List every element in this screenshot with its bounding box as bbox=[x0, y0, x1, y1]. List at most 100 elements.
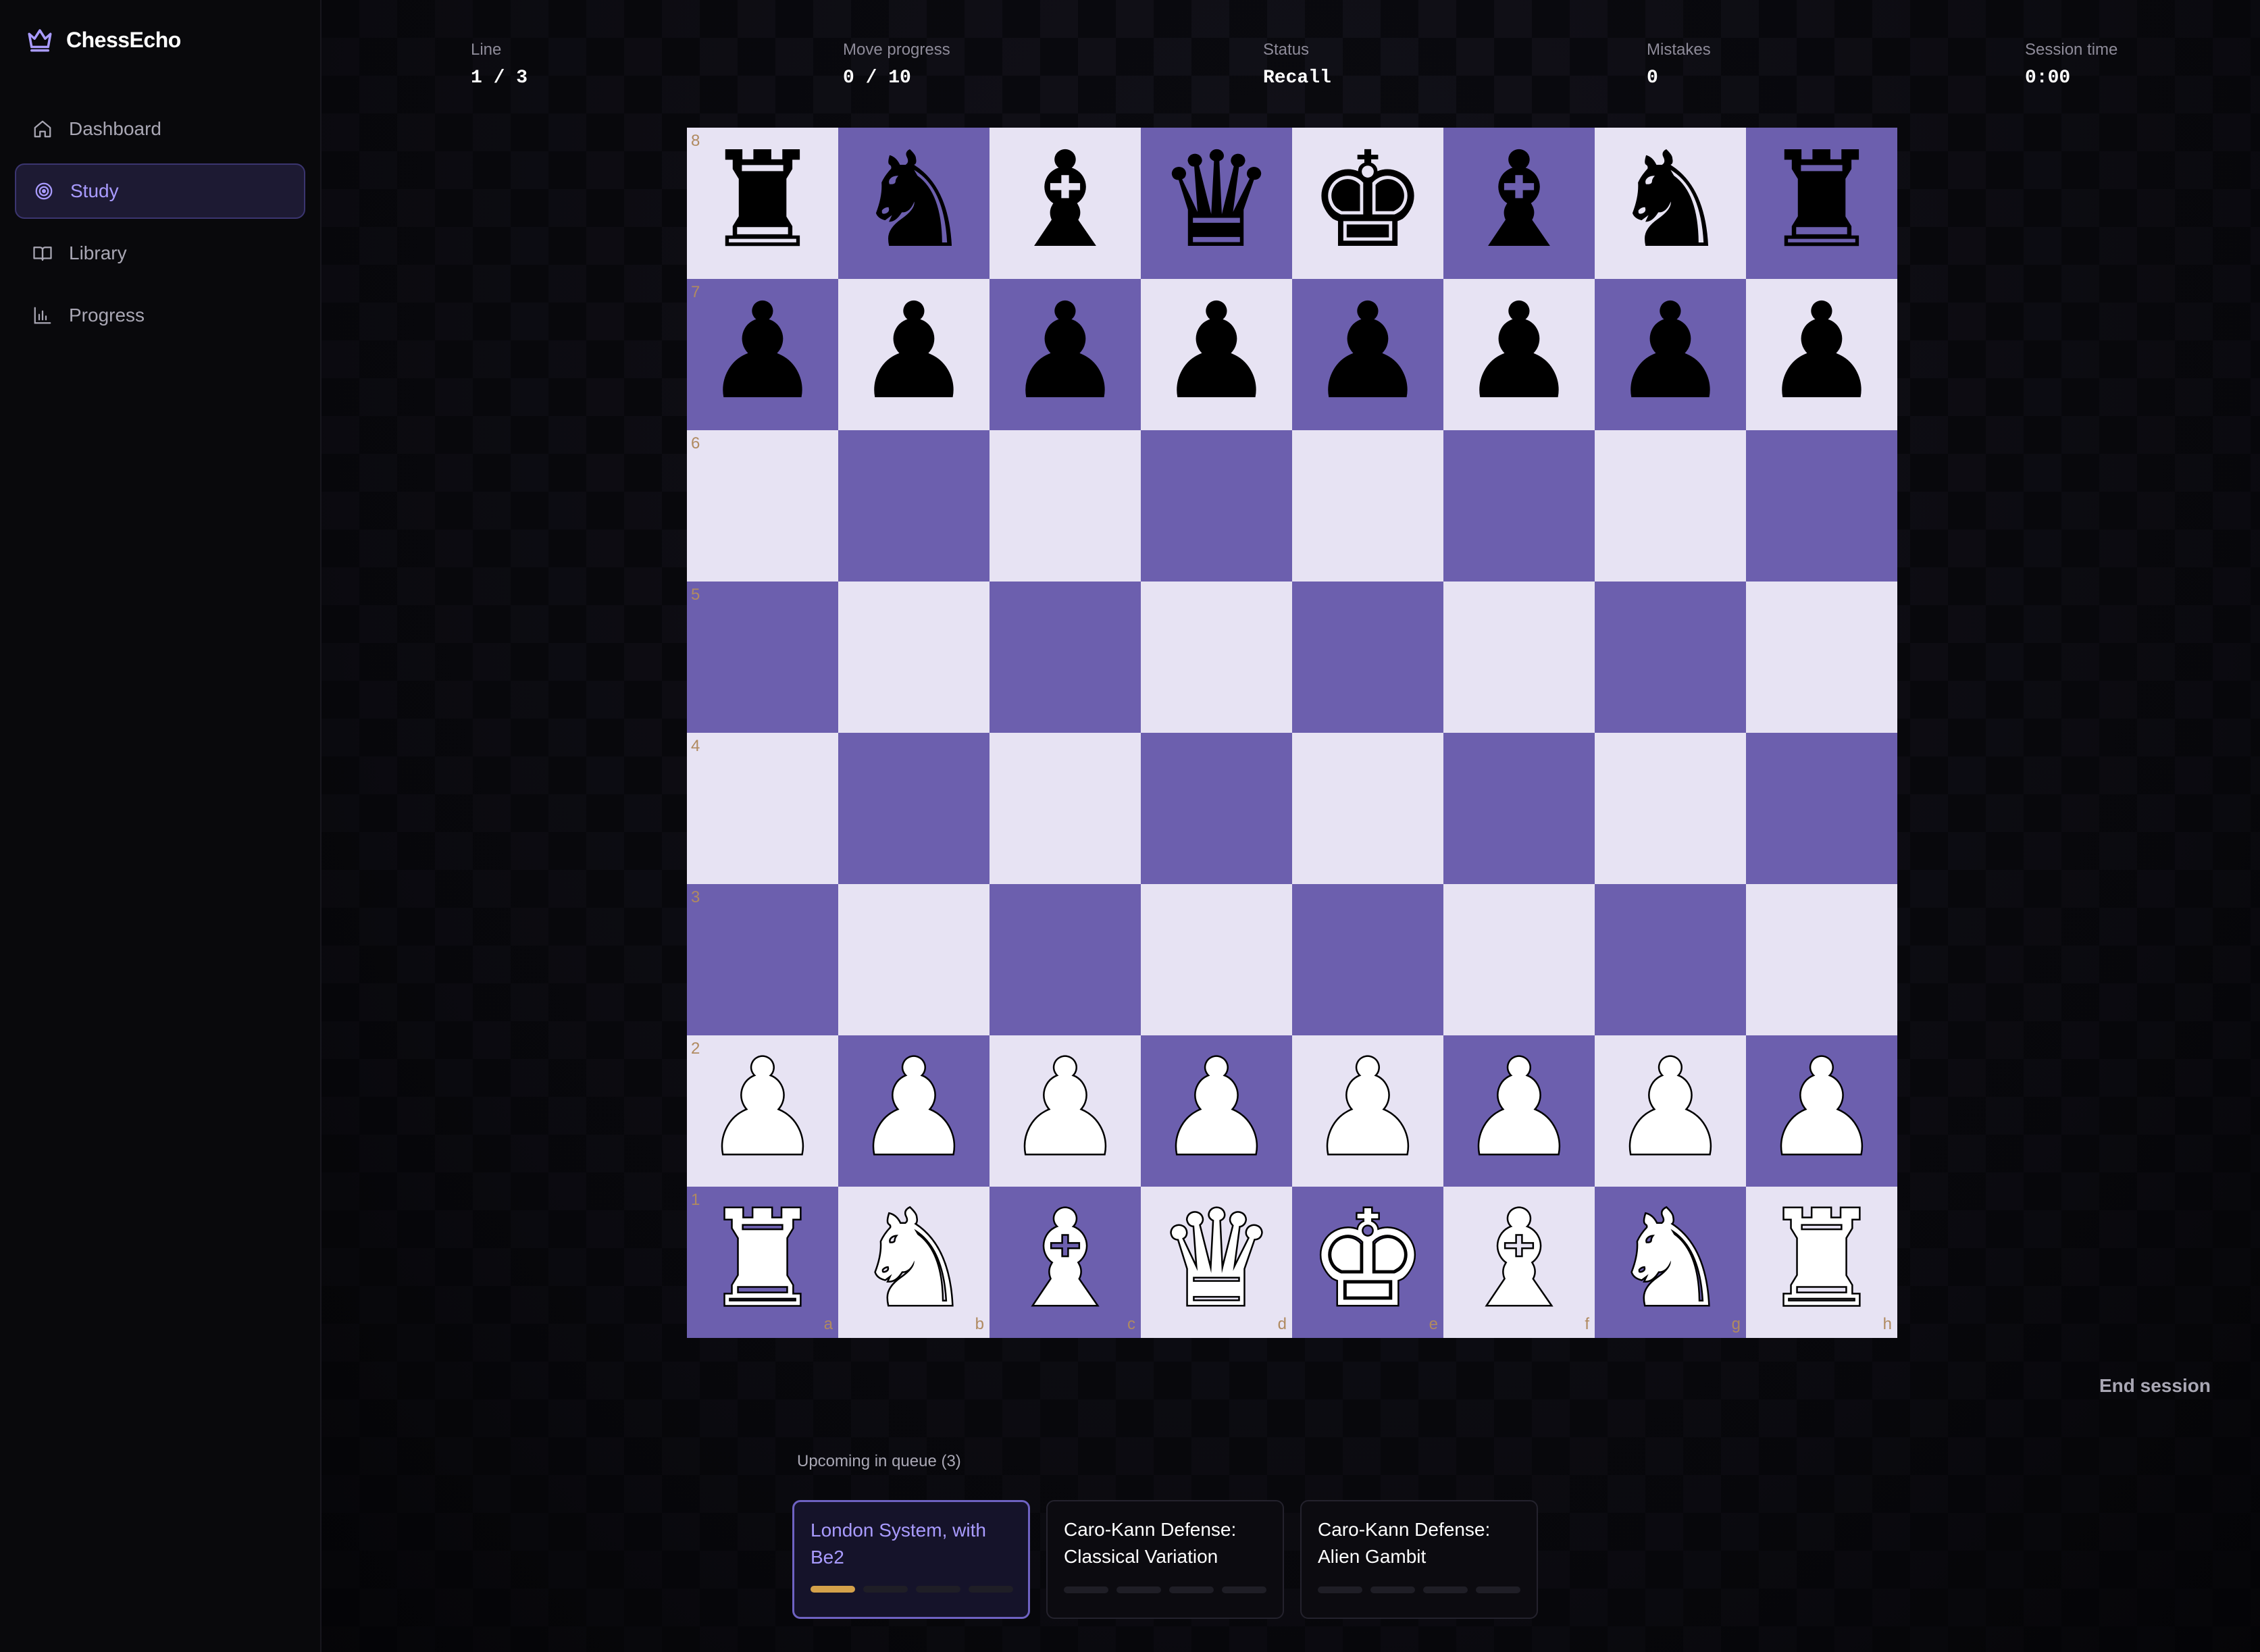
white-king-piece[interactable]: ♚ bbox=[1307, 1192, 1429, 1328]
square-h3[interactable] bbox=[1746, 884, 1897, 1035]
black-pawn-piece[interactable]: ♟ bbox=[1157, 286, 1276, 418]
white-pawn-piece[interactable]: ♟ bbox=[1458, 1041, 1581, 1177]
queue-card[interactable]: Caro-Kann Defense: Alien Gambit bbox=[1300, 1500, 1538, 1619]
square-e8[interactable]: ♚ bbox=[1292, 128, 1443, 279]
white-rook-piece[interactable]: ♜ bbox=[702, 1192, 824, 1328]
black-queen-piece[interactable]: ♛ bbox=[1157, 134, 1276, 267]
square-b6[interactable] bbox=[838, 430, 990, 582]
sidebar-item-dashboard[interactable]: Dashboard bbox=[15, 101, 305, 157]
square-b2[interactable]: ♟ bbox=[838, 1035, 990, 1187]
sidebar-item-study[interactable]: Study bbox=[15, 163, 305, 219]
sidebar-item-library[interactable]: Library bbox=[15, 226, 305, 281]
square-b8[interactable]: ♞ bbox=[838, 128, 990, 279]
square-a1[interactable]: 1 a ♜ bbox=[687, 1187, 838, 1338]
square-a7[interactable]: 7 ♟ bbox=[687, 279, 838, 430]
square-g3[interactable] bbox=[1595, 884, 1746, 1035]
square-c2[interactable]: ♟ bbox=[990, 1035, 1141, 1187]
square-h1[interactable]: h ♜ bbox=[1746, 1187, 1897, 1338]
square-c7[interactable]: ♟ bbox=[990, 279, 1141, 430]
black-king-piece[interactable]: ♚ bbox=[1308, 134, 1427, 267]
square-g4[interactable] bbox=[1595, 733, 1746, 884]
square-c6[interactable] bbox=[990, 430, 1141, 582]
square-c4[interactable] bbox=[990, 733, 1141, 884]
square-a6[interactable]: 6 bbox=[687, 430, 838, 582]
square-a3[interactable]: 3 bbox=[687, 884, 838, 1035]
square-g7[interactable]: ♟ bbox=[1595, 279, 1746, 430]
sidebar-item-progress[interactable]: Progress bbox=[15, 288, 305, 343]
square-f6[interactable] bbox=[1443, 430, 1595, 582]
white-queen-piece[interactable]: ♛ bbox=[1156, 1192, 1278, 1328]
square-h5[interactable] bbox=[1746, 582, 1897, 733]
white-pawn-piece[interactable]: ♟ bbox=[1156, 1041, 1278, 1177]
square-f4[interactable] bbox=[1443, 733, 1595, 884]
white-rook-piece[interactable]: ♜ bbox=[1761, 1192, 1883, 1328]
square-b1[interactable]: b ♞ bbox=[838, 1187, 990, 1338]
white-pawn-piece[interactable]: ♟ bbox=[1307, 1041, 1429, 1177]
black-pawn-piece[interactable]: ♟ bbox=[1460, 286, 1578, 418]
black-pawn-piece[interactable]: ♟ bbox=[1762, 286, 1881, 418]
square-d2[interactable]: ♟ bbox=[1141, 1035, 1292, 1187]
square-a5[interactable]: 5 bbox=[687, 582, 838, 733]
brand[interactable]: ChessEcho bbox=[26, 26, 181, 54]
square-h7[interactable]: ♟ bbox=[1746, 279, 1897, 430]
black-pawn-piece[interactable]: ♟ bbox=[703, 286, 822, 418]
black-bishop-piece[interactable]: ♝ bbox=[1460, 134, 1578, 267]
black-knight-piece[interactable]: ♞ bbox=[1611, 134, 1730, 267]
square-e5[interactable] bbox=[1292, 582, 1443, 733]
chess-board[interactable]: 8 ♜ ♞ ♝ ♛ ♚ ♝ ♞ ♜ 7 ♟ ♟ ♟ ♟ ♟ ♟ ♟ ♟ 6 5 4 3 2 ♟ ♟ ♟ ♟ ♟ ♟ ♟ ♟ 1 a ♜ b ♞ c ♝ d ♛… bbox=[687, 128, 1897, 1338]
square-b5[interactable] bbox=[838, 582, 990, 733]
white-pawn-piece[interactable]: ♟ bbox=[702, 1041, 824, 1177]
black-pawn-piece[interactable]: ♟ bbox=[1006, 286, 1125, 418]
square-d4[interactable] bbox=[1141, 733, 1292, 884]
square-d3[interactable] bbox=[1141, 884, 1292, 1035]
white-bishop-piece[interactable]: ♝ bbox=[1004, 1192, 1127, 1328]
black-bishop-piece[interactable]: ♝ bbox=[1006, 134, 1125, 267]
white-pawn-piece[interactable]: ♟ bbox=[1610, 1041, 1732, 1177]
square-a2[interactable]: 2 ♟ bbox=[687, 1035, 838, 1187]
square-b4[interactable] bbox=[838, 733, 990, 884]
square-d5[interactable] bbox=[1141, 582, 1292, 733]
square-h2[interactable]: ♟ bbox=[1746, 1035, 1897, 1187]
queue-card[interactable]: Caro-Kann Defense: Classical Variation bbox=[1046, 1500, 1284, 1619]
square-f8[interactable]: ♝ bbox=[1443, 128, 1595, 279]
square-e1[interactable]: e ♚ bbox=[1292, 1187, 1443, 1338]
white-knight-piece[interactable]: ♞ bbox=[853, 1192, 975, 1328]
square-c3[interactable] bbox=[990, 884, 1141, 1035]
square-a4[interactable]: 4 bbox=[687, 733, 838, 884]
black-knight-piece[interactable]: ♞ bbox=[854, 134, 973, 267]
white-pawn-piece[interactable]: ♟ bbox=[1761, 1041, 1883, 1177]
black-rook-piece[interactable]: ♜ bbox=[703, 134, 822, 267]
square-c5[interactable] bbox=[990, 582, 1141, 733]
square-e2[interactable]: ♟ bbox=[1292, 1035, 1443, 1187]
white-knight-piece[interactable]: ♞ bbox=[1610, 1192, 1732, 1328]
queue-card[interactable]: London System, with Be2 bbox=[792, 1500, 1030, 1619]
square-d8[interactable]: ♛ bbox=[1141, 128, 1292, 279]
square-g6[interactable] bbox=[1595, 430, 1746, 582]
square-d6[interactable] bbox=[1141, 430, 1292, 582]
square-e4[interactable] bbox=[1292, 733, 1443, 884]
square-f3[interactable] bbox=[1443, 884, 1595, 1035]
square-f1[interactable]: f ♝ bbox=[1443, 1187, 1595, 1338]
square-h8[interactable]: ♜ bbox=[1746, 128, 1897, 279]
square-h4[interactable] bbox=[1746, 733, 1897, 884]
white-pawn-piece[interactable]: ♟ bbox=[1004, 1041, 1127, 1177]
square-b7[interactable]: ♟ bbox=[838, 279, 990, 430]
black-pawn-piece[interactable]: ♟ bbox=[1611, 286, 1730, 418]
end-session-button[interactable]: End session bbox=[2099, 1375, 2211, 1397]
square-a8[interactable]: 8 ♜ bbox=[687, 128, 838, 279]
white-bishop-piece[interactable]: ♝ bbox=[1458, 1192, 1581, 1328]
square-e3[interactable] bbox=[1292, 884, 1443, 1035]
square-f2[interactable]: ♟ bbox=[1443, 1035, 1595, 1187]
square-d7[interactable]: ♟ bbox=[1141, 279, 1292, 430]
square-h6[interactable] bbox=[1746, 430, 1897, 582]
square-f7[interactable]: ♟ bbox=[1443, 279, 1595, 430]
black-rook-piece[interactable]: ♜ bbox=[1762, 134, 1881, 267]
square-g8[interactable]: ♞ bbox=[1595, 128, 1746, 279]
square-c8[interactable]: ♝ bbox=[990, 128, 1141, 279]
square-f5[interactable] bbox=[1443, 582, 1595, 733]
square-c1[interactable]: c ♝ bbox=[990, 1187, 1141, 1338]
square-b3[interactable] bbox=[838, 884, 990, 1035]
square-g5[interactable] bbox=[1595, 582, 1746, 733]
black-pawn-piece[interactable]: ♟ bbox=[854, 286, 973, 418]
square-g1[interactable]: g ♞ bbox=[1595, 1187, 1746, 1338]
